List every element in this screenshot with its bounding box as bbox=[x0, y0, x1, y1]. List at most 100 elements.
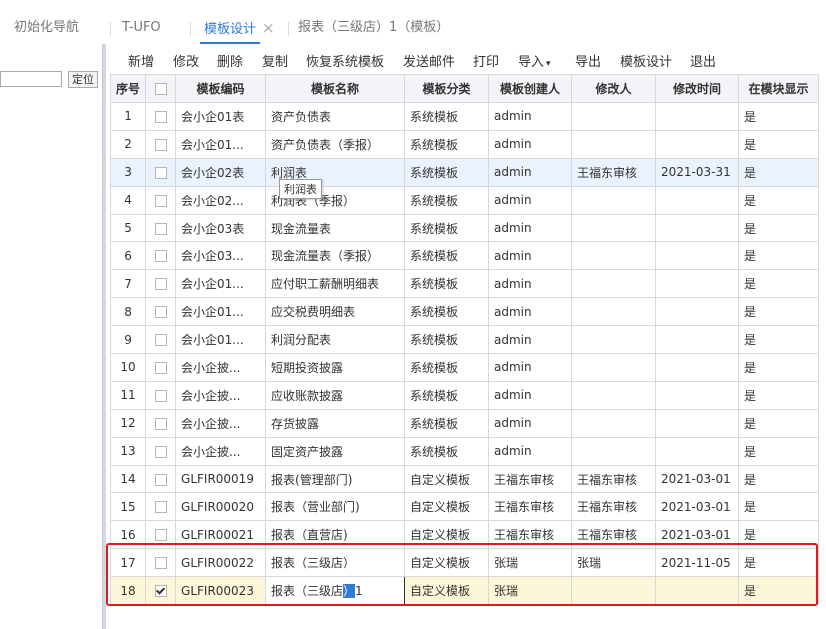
cell-creator[interactable]: admin bbox=[488, 353, 573, 382]
cell-modified-time[interactable] bbox=[655, 241, 740, 271]
cell-template-name[interactable]: 报表（直营店) bbox=[265, 520, 406, 550]
cell-modifier[interactable]: 王福东审核 bbox=[571, 492, 657, 522]
table-row[interactable]: 12 会小企披... 存货披露 系统模板 admin 是 bbox=[109, 408, 820, 438]
cell-template-category[interactable]: 系统模板 bbox=[404, 353, 490, 382]
row-checkbox[interactable] bbox=[154, 501, 167, 514]
cell-select[interactable] bbox=[145, 129, 177, 159]
cell-select[interactable] bbox=[145, 408, 177, 438]
row-checkbox[interactable] bbox=[154, 250, 167, 263]
cell-creator[interactable]: admin bbox=[488, 129, 573, 159]
cell-modified-time[interactable] bbox=[655, 436, 740, 466]
cell-modifier[interactable] bbox=[571, 297, 657, 327]
import-button[interactable]: 导入 ▾ bbox=[518, 51, 551, 70]
cell-show-in-module[interactable]: 是 bbox=[738, 185, 820, 215]
cell-template-name[interactable]: 报表（三级店） bbox=[265, 548, 406, 578]
cell-modifier[interactable] bbox=[571, 185, 657, 215]
row-checkbox[interactable] bbox=[154, 529, 167, 542]
copy-button[interactable]: 复制 bbox=[262, 51, 288, 70]
cell-modifier[interactable]: 王福东审核 bbox=[571, 464, 657, 494]
cell-template-category[interactable]: 系统模板 bbox=[404, 380, 490, 410]
cell-template-code[interactable]: 会小企01... bbox=[175, 325, 267, 355]
cell-index[interactable]: 11 bbox=[109, 380, 147, 410]
col-header-code[interactable]: 模板编码 bbox=[175, 74, 267, 103]
cell-show-in-module[interactable]: 是 bbox=[738, 297, 820, 327]
cell-modifier[interactable] bbox=[571, 408, 657, 438]
row-checkbox[interactable] bbox=[154, 361, 167, 374]
table-row[interactable]: 4 会小企02... 利润表（季报） 系统模板 admin 是 bbox=[109, 185, 820, 215]
cell-template-code[interactable]: 会小企01... bbox=[175, 129, 267, 159]
cell-index[interactable]: 8 bbox=[109, 297, 147, 327]
cell-show-in-module[interactable]: 是 bbox=[738, 353, 820, 382]
cell-show-in-module[interactable]: 是 bbox=[738, 576, 820, 606]
cell-show-in-module[interactable]: 是 bbox=[738, 129, 820, 159]
table-row[interactable]: 9 会小企01... 利润分配表 系统模板 admin 是 bbox=[109, 325, 820, 355]
cell-index[interactable]: 1 bbox=[109, 102, 147, 131]
col-header-select[interactable] bbox=[145, 74, 177, 103]
cell-template-code[interactable]: 会小企披... bbox=[175, 353, 267, 382]
cell-modified-time[interactable] bbox=[655, 325, 740, 355]
cell-modifier[interactable] bbox=[571, 380, 657, 410]
tab-template-design[interactable]: 模板设计 × bbox=[204, 12, 275, 44]
cell-template-name[interactable]: 资产负债表 bbox=[265, 102, 406, 131]
cell-template-code[interactable]: 会小企披... bbox=[175, 380, 267, 410]
export-button[interactable]: 导出 bbox=[575, 51, 601, 70]
cell-template-code[interactable]: 会小企披... bbox=[175, 408, 267, 438]
tab-init-nav[interactable]: 初始化导航 bbox=[14, 12, 79, 44]
add-button[interactable]: 新增 bbox=[128, 51, 154, 70]
cell-show-in-module[interactable]: 是 bbox=[738, 213, 820, 243]
cell-select[interactable] bbox=[145, 576, 177, 606]
cell-creator[interactable]: 王福东审核 bbox=[488, 492, 573, 522]
row-checkbox[interactable] bbox=[154, 278, 167, 291]
cell-template-category[interactable]: 自定义模板 bbox=[404, 464, 490, 494]
cell-template-code[interactable]: GLFIR00021 bbox=[175, 520, 267, 550]
delete-button[interactable]: 删除 bbox=[217, 51, 243, 70]
cell-show-in-module[interactable]: 是 bbox=[738, 380, 820, 410]
print-button[interactable]: 打印 bbox=[473, 51, 499, 70]
row-checkbox[interactable] bbox=[154, 166, 167, 179]
cell-select[interactable] bbox=[145, 269, 177, 299]
cell-template-name[interactable]: 资产负债表（季报） bbox=[265, 129, 406, 159]
cell-modifier[interactable] bbox=[571, 102, 657, 131]
cell-index[interactable]: 12 bbox=[109, 408, 147, 438]
cell-creator[interactable]: 张瑞 bbox=[488, 548, 573, 578]
exit-button[interactable]: 退出 bbox=[690, 51, 716, 70]
cell-modified-time[interactable] bbox=[655, 269, 740, 299]
cell-select[interactable] bbox=[145, 213, 177, 243]
panel-splitter[interactable] bbox=[103, 44, 106, 629]
table-row[interactable]: 15 GLFIR00020 报表（营业部门) 自定义模板 王福东审核 王福东审核 2021-… bbox=[109, 492, 820, 522]
cell-index[interactable]: 17 bbox=[109, 548, 147, 578]
cell-index[interactable]: 18 bbox=[109, 576, 147, 606]
cell-template-category[interactable]: 系统模板 bbox=[404, 325, 490, 355]
cell-select[interactable] bbox=[145, 297, 177, 327]
cell-select[interactable] bbox=[145, 492, 177, 522]
col-header-show-in-module[interactable]: 在模块显示 bbox=[738, 74, 820, 103]
table-row[interactable]: 13 会小企披... 固定资产披露 系统模板 admin 是 bbox=[109, 436, 820, 466]
cell-template-category[interactable]: 系统模板 bbox=[404, 129, 490, 159]
cell-select[interactable] bbox=[145, 157, 177, 187]
cell-select[interactable] bbox=[145, 548, 177, 578]
cell-template-code[interactable]: 会小企披... bbox=[175, 436, 267, 466]
cell-index[interactable]: 7 bbox=[109, 269, 147, 299]
cell-modified-time[interactable]: 2021-03-01 bbox=[655, 520, 740, 550]
cell-template-code[interactable]: GLFIR00022 bbox=[175, 548, 267, 578]
cell-template-category[interactable]: 自定义模板 bbox=[404, 492, 490, 522]
cell-show-in-module[interactable]: 是 bbox=[738, 520, 820, 550]
cell-show-in-module[interactable]: 是 bbox=[738, 269, 820, 299]
cell-index[interactable]: 16 bbox=[109, 520, 147, 550]
row-checkbox[interactable] bbox=[154, 138, 167, 151]
cell-modifier[interactable] bbox=[571, 325, 657, 355]
cell-modifier[interactable] bbox=[571, 576, 657, 606]
row-checkbox[interactable] bbox=[154, 557, 167, 570]
cell-show-in-module[interactable]: 是 bbox=[738, 548, 820, 578]
table-row[interactable]: 11 会小企披... 应收账款披露 系统模板 admin 是 bbox=[109, 380, 820, 410]
cell-template-code[interactable]: 会小企01... bbox=[175, 269, 267, 299]
cell-index[interactable]: 9 bbox=[109, 325, 147, 355]
cell-template-category[interactable]: 系统模板 bbox=[404, 436, 490, 466]
cell-template-name[interactable]: 报表（营业部门) bbox=[265, 492, 406, 522]
cell-show-in-module[interactable]: 是 bbox=[738, 325, 820, 355]
locate-input[interactable] bbox=[0, 71, 62, 87]
cell-template-code[interactable]: 会小企03... bbox=[175, 241, 267, 271]
cell-template-category[interactable]: 系统模板 bbox=[404, 213, 490, 243]
cell-creator[interactable]: 张瑞 bbox=[488, 576, 573, 606]
cell-modifier[interactable]: 张瑞 bbox=[571, 548, 657, 578]
